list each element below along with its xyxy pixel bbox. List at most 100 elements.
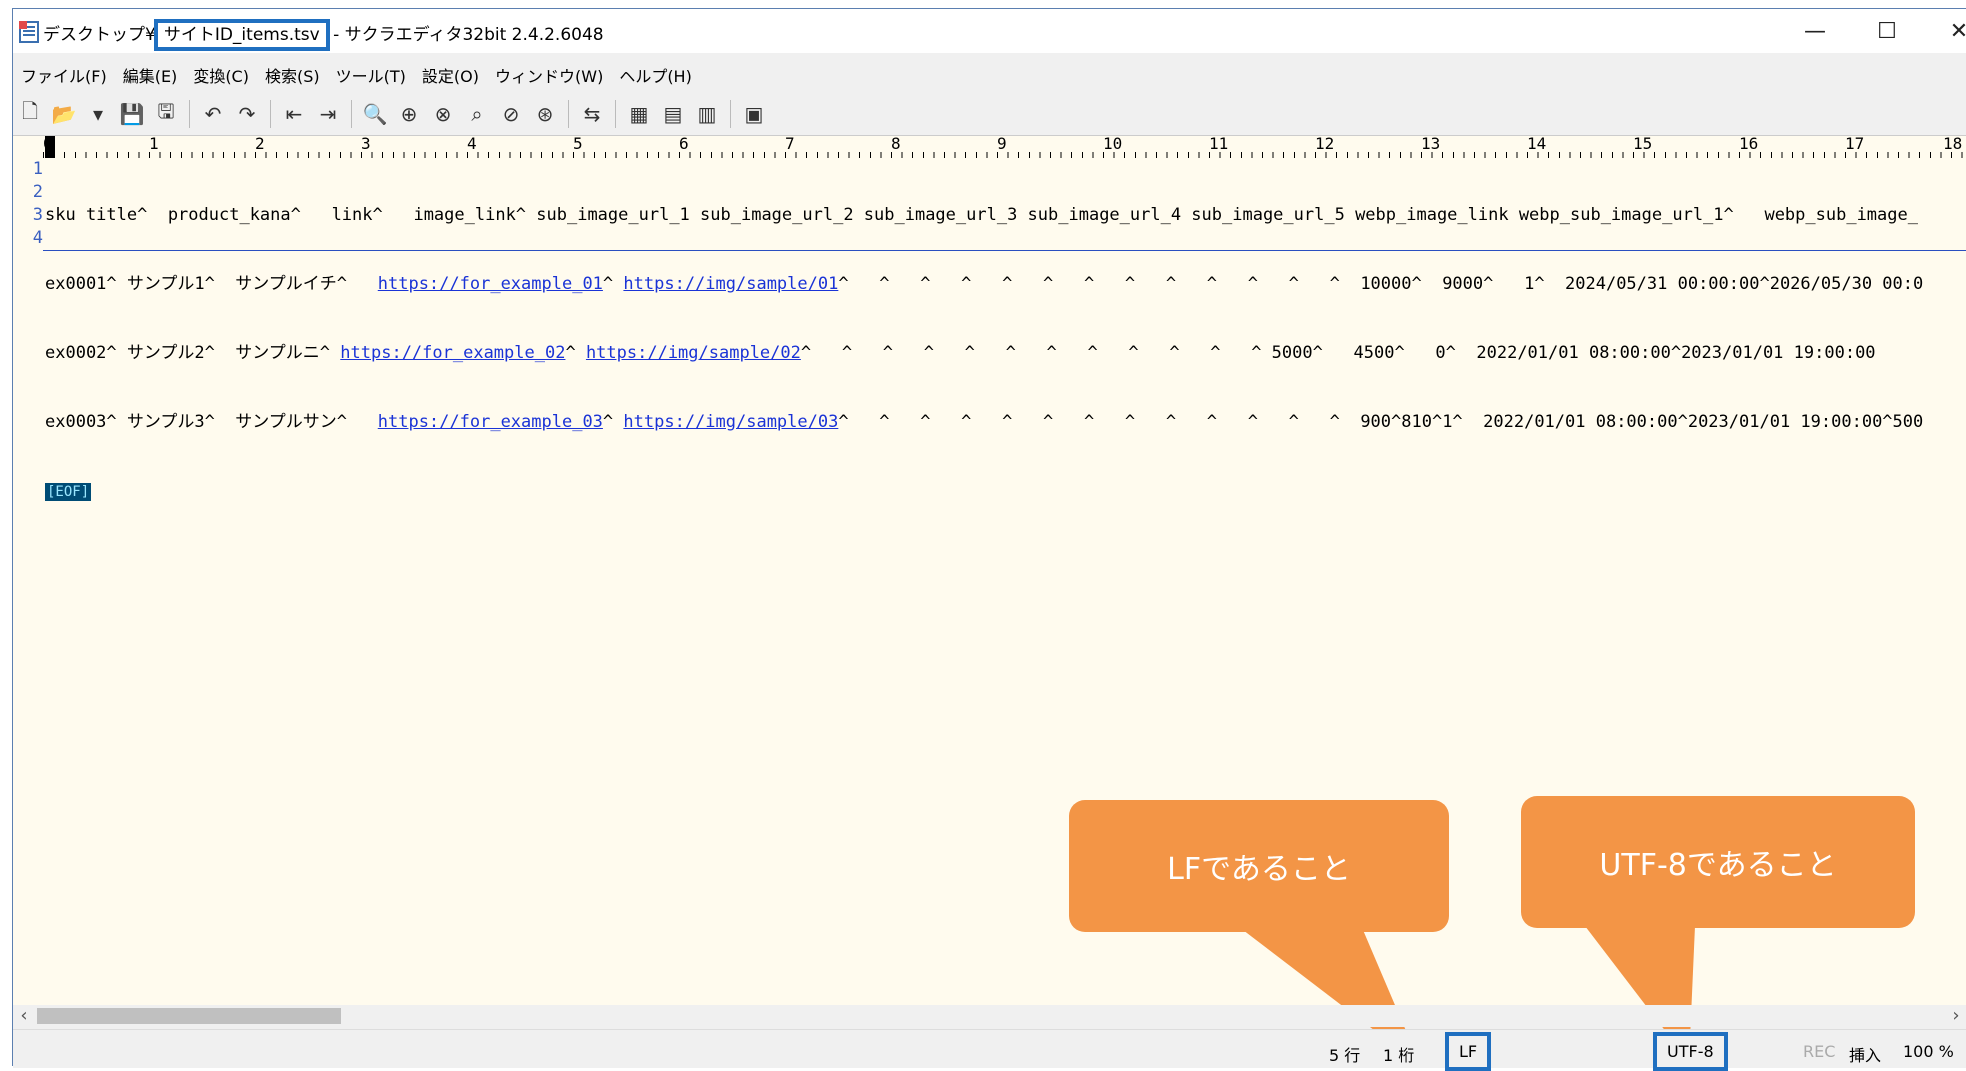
line-text: ^ ^ ^ ^ ^ ^ ^ ^ ^ ^ ^ ^ 5000^ 4500^ 0^ 2…: [800, 343, 1876, 363]
ruler-mark: 12: [1315, 136, 1335, 153]
jump-back-icon[interactable]: ⇤: [281, 100, 307, 128]
toolbar-separator: [615, 100, 616, 128]
ruler-mark: 15: [1633, 136, 1653, 153]
maximize-button[interactable]: ☐: [1851, 9, 1923, 53]
url-link[interactable]: https://for_example_03: [378, 412, 603, 432]
ruler-mark: 16: [1739, 136, 1759, 153]
new-file-icon[interactable]: 🗋: [17, 99, 43, 128]
scroll-thumb[interactable]: [37, 1008, 341, 1024]
settings-icon[interactable]: ▣: [741, 100, 767, 128]
ruler-mark: 9: [997, 136, 1007, 153]
jump-forward-icon[interactable]: ⇥: [315, 100, 341, 128]
save-icon[interactable]: 💾: [119, 100, 145, 128]
dropdown-arrow-icon[interactable]: ▾: [85, 100, 111, 128]
line-text: ^: [602, 274, 624, 294]
notepad-icon: [19, 21, 39, 43]
menu-convert[interactable]: 変換(C): [185, 59, 257, 87]
menu-settings[interactable]: 設定(O): [414, 59, 487, 87]
status-line-ending[interactable]: LF: [1445, 1032, 1492, 1071]
ruler-mark: 1: [149, 136, 159, 153]
line-number: 3: [32, 205, 43, 225]
save-all-icon[interactable]: 🖫: [153, 99, 179, 128]
text-line: sku title^ product_kana^ link^ image_lin…: [45, 204, 1966, 227]
line-text: ^: [602, 412, 624, 432]
line-text: sku title^ product_kana^ link^ image_lin…: [45, 205, 1918, 225]
toolbar-separator: [189, 100, 190, 128]
eof-line: [EOF]: [45, 480, 1966, 503]
menu-file[interactable]: ファイル(F): [13, 59, 115, 87]
menu-edit[interactable]: 編集(E): [115, 59, 186, 87]
line-number-gutter: 1 2 3 4: [13, 158, 43, 250]
ruler-mark: 10: [1103, 136, 1123, 153]
menu-help[interactable]: ヘルプ(H): [611, 59, 700, 87]
status-bar: 5 行 1 桁 LF UTF-8 REC 挿入 100 %: [13, 1029, 1966, 1071]
open-folder-icon[interactable]: 📂: [51, 100, 77, 128]
ruler-mark: 7: [785, 136, 795, 153]
text-editor[interactable]: 0 1 2 3 4 5 6 7 8 9 10 11 12 13 14 15 16…: [13, 135, 1966, 1066]
grep-icon[interactable]: ⊛: [532, 100, 558, 128]
url-link[interactable]: https://img/sample/02: [586, 343, 801, 363]
find-next-icon[interactable]: ⊗: [430, 100, 456, 128]
status-row: 5 行: [1329, 1046, 1361, 1065]
eof-underline: [43, 250, 1966, 251]
ruler-mark: 14: [1527, 136, 1547, 153]
close-button[interactable]: ✕: [1923, 9, 1966, 53]
ruler-mark: 6: [679, 136, 689, 153]
status-column: 1 桁: [1383, 1046, 1415, 1065]
ruler-mark: 13: [1421, 136, 1441, 153]
window-title: デスクトップ¥ サイトID_items.tsv - サクラエディタ32bit 2.…: [43, 19, 604, 51]
text-line: ex0003^ サンプル3^ サンプルサン^ https://for_examp…: [45, 411, 1966, 434]
line-text: ex0001^ サンプル1^ サンプルイチ^: [45, 274, 378, 294]
title-bar: デスクトップ¥ サイトID_items.tsv - サクラエディタ32bit 2.…: [13, 9, 1966, 53]
line-text: ex0002^ サンプル2^ サンプルニ^: [45, 343, 341, 363]
status-encoding[interactable]: UTF-8: [1653, 1032, 1728, 1071]
menu-tools[interactable]: ツール(T): [328, 59, 414, 87]
callout-utf8: UTF-8であること: [1521, 796, 1915, 928]
find-prev-icon[interactable]: ⊕: [396, 100, 422, 128]
outline-icon[interactable]: ▤: [660, 100, 686, 128]
text-content[interactable]: sku title^ product_kana^ link^ image_lin…: [45, 158, 1966, 549]
scroll-right-icon[interactable]: ›: [1945, 1005, 1966, 1027]
tag-jump-icon[interactable]: ⇆: [579, 100, 605, 128]
column-ruler: 0 1 2 3 4 5 6 7 8 9 10 11 12 13 14 15 16…: [43, 136, 1966, 158]
find-all-icon[interactable]: ⌕: [464, 100, 490, 128]
undo-icon[interactable]: ↶: [200, 100, 226, 128]
ruler-mark: 17: [1845, 136, 1865, 153]
replace-icon[interactable]: ⊘: [498, 100, 524, 128]
horizontal-scrollbar[interactable]: ‹ ›: [13, 1005, 1966, 1027]
menu-window[interactable]: ウィンドウ(W): [487, 59, 611, 87]
callout-lf: LFであること: [1069, 800, 1449, 932]
line-text: ^ ^ ^ ^ ^ ^ ^ ^ ^ ^ ^ ^ ^ 900^810^1^ 202…: [838, 412, 1924, 432]
title-suffix: - サクラエディタ32bit 2.4.2.6048: [327, 25, 604, 45]
ruler-mark: 4: [467, 136, 477, 153]
ruler-mark: 3: [361, 136, 371, 153]
url-link[interactable]: https://for_example_02: [340, 343, 565, 363]
ruler-mark: 5: [573, 136, 583, 153]
line-number: 2: [32, 182, 43, 202]
compare-icon[interactable]: ▦: [626, 100, 652, 128]
status-insert-mode[interactable]: 挿入: [1849, 1042, 1881, 1066]
toolbar-separator: [351, 100, 352, 128]
menu-bar: ファイル(F) 編集(E) 変換(C) 検索(S) ツール(T) 設定(O) ウ…: [13, 59, 700, 87]
ruler-mark: 11: [1209, 136, 1229, 153]
line-text: ex0003^ サンプル3^ サンプルサン^: [45, 412, 378, 432]
app-window: デスクトップ¥ サイトID_items.tsv - サクラエディタ32bit 2.…: [12, 8, 1966, 1071]
minimize-button[interactable]: —: [1779, 9, 1851, 53]
ruler-mark: 18: [1943, 136, 1963, 153]
title-prefix: デスクトップ¥: [43, 25, 156, 45]
bookmark-icon[interactable]: ▥: [694, 100, 720, 128]
toolbar: 🗋 📂 ▾ 💾 🖫 ↶ ↷ ⇤ ⇥ 🔍 ⊕ ⊗ ⌕ ⊘ ⊛ ⇆ ▦ ▤ ▥ ▣: [13, 95, 771, 133]
toolbar-separator: [270, 100, 271, 128]
filename-highlight: サイトID_items.tsv: [153, 19, 330, 51]
menu-search[interactable]: 検索(S): [257, 59, 328, 87]
url-link[interactable]: https://img/sample/01: [623, 274, 838, 294]
status-zoom[interactable]: 100 %: [1903, 1042, 1954, 1061]
text-line: ex0002^ サンプル2^ サンプルニ^ https://for_exampl…: [45, 342, 1966, 365]
find-icon[interactable]: 🔍: [362, 100, 388, 128]
toolbar-separator: [730, 100, 731, 128]
toolbar-separator: [568, 100, 569, 128]
redo-icon[interactable]: ↷: [234, 100, 260, 128]
url-link[interactable]: https://img/sample/03: [623, 412, 838, 432]
url-link[interactable]: https://for_example_01: [378, 274, 603, 294]
scroll-left-icon[interactable]: ‹: [13, 1005, 35, 1027]
